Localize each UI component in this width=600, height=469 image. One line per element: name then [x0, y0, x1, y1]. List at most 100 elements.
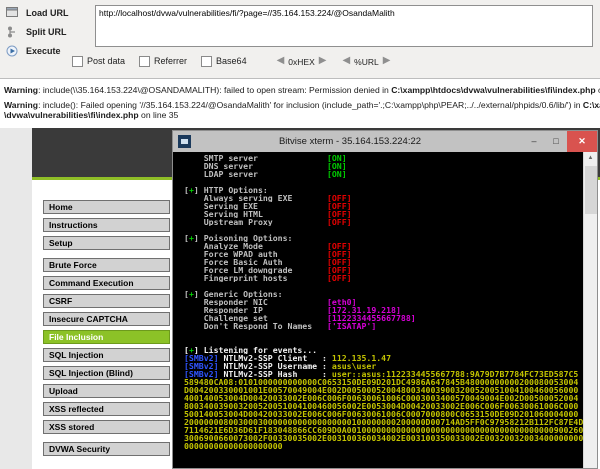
- converter-label: %URL: [354, 57, 379, 67]
- terminal-line: [+] Poisoning Options:: [184, 234, 293, 242]
- terminal-line: [SMBv2] NTLMv2-SSP Hash : user::asus:112…: [184, 370, 579, 378]
- sidebar-group: Home Instructions Setup: [43, 200, 170, 250]
- warning-line: \dvwa\vulnerabilities\fi\index.php on li…: [4, 110, 179, 120]
- terminal-line: 3006900660073002F00330035002E00310036003…: [184, 434, 584, 442]
- terminal-line: Analyze Mode [OFF]: [184, 242, 352, 250]
- terminal-line: Force Basic Auth [OFF]: [184, 258, 352, 266]
- converter-label: 0xHEX: [288, 57, 315, 67]
- load-url-icon: [5, 7, 19, 18]
- sidebar-item-insecure-captcha[interactable]: Insecure CAPTCHA: [43, 312, 170, 326]
- checkbox-box[interactable]: [72, 55, 83, 67]
- encode-arrow-icon[interactable]: ▶: [383, 56, 391, 66]
- sidebar-item-xss-stored[interactable]: XSS stored: [43, 420, 170, 434]
- terminal-title: Bitvise xterm - 35.164.153.224:22: [278, 136, 422, 147]
- sidebar-item-csrf[interactable]: CSRF: [43, 294, 170, 308]
- sidebar-item-setup[interactable]: Setup: [43, 236, 170, 250]
- close-icon[interactable]: ✕: [567, 131, 597, 152]
- terminal-line: 00000000000000000000: [184, 442, 283, 450]
- converter-url: ◀ %URL ▶: [342, 56, 391, 68]
- terminal-line: SMTP server [ON]: [184, 154, 347, 162]
- hackbar-actions: Load URL Split URL Execute: [5, 5, 69, 62]
- terminal-line: Responder NIC [eth0]: [184, 298, 357, 306]
- terminal-body: SMTP server [ON] DNS server [ON] LDAP se…: [173, 152, 597, 468]
- terminal-line: 800340039003200520051004100460056002E005…: [184, 402, 579, 410]
- scrollbar-thumb[interactable]: [585, 166, 597, 214]
- sidebar-item-file-inclusion[interactable]: File Inclusion: [43, 330, 170, 344]
- terminal-line: [+] Generic Options:: [184, 290, 283, 298]
- checkbox-post-data[interactable]: Post data: [72, 55, 126, 67]
- terminal-line: Responder IP [172.31.19.218]: [184, 306, 401, 314]
- terminal-line: [+] HTTP Options:: [184, 186, 268, 194]
- terminal-line: Serving HTML [OFF]: [184, 210, 352, 218]
- checkbox-box[interactable]: [139, 55, 151, 67]
- converter-0xhex: ◀ 0xHEX ▶: [277, 56, 327, 68]
- terminal-titlebar[interactable]: Bitvise xterm - 35.164.153.224:22 – □ ✕: [173, 131, 597, 152]
- terminal-line: [SMBv2] NTLMv2-SSP Username : asus\user: [184, 362, 377, 370]
- execute-button[interactable]: Execute: [5, 43, 69, 58]
- encode-arrow-icon[interactable]: ▶: [319, 56, 327, 66]
- maximize-icon[interactable]: □: [545, 131, 567, 152]
- decode-arrow-icon[interactable]: ◀: [342, 56, 350, 66]
- sidebar-item-sql-injection-blind[interactable]: SQL Injection (Blind): [43, 366, 170, 380]
- terminal-line: [+] Listening for events...: [184, 346, 318, 354]
- url-input[interactable]: http://localhost/dvwa/vulnerabilities/fi…: [95, 5, 593, 47]
- terminal-line: DNS server [ON]: [184, 162, 347, 170]
- terminal-window: Bitvise xterm - 35.164.153.224:22 – □ ✕ …: [172, 130, 598, 469]
- load-url-label: Load URL: [26, 7, 69, 18]
- terminal-line: Upstream Proxy [OFF]: [184, 218, 352, 226]
- terminal-scrollbar[interactable]: ▲: [583, 152, 597, 468]
- terminal-output: SMTP server [ON] DNS server [ON] LDAP se…: [184, 154, 584, 450]
- sidebar-item-home[interactable]: Home: [43, 200, 170, 214]
- sidebar-group: Brute Force Command Execution CSRF Insecure…: [43, 258, 170, 434]
- terminal-line: 7114621E6D36D61F183048866CC609D0A0010000…: [184, 426, 584, 434]
- hackbar-options-row: Post data Referrer Base64 ◀ 0xHEX ▶ ◀ %URL ▶: [72, 53, 390, 69]
- terminal-line: D004200330001001E00570049004E002D0050005…: [184, 386, 579, 394]
- execute-icon: [5, 45, 19, 57]
- minimize-icon[interactable]: –: [523, 131, 545, 152]
- terminal-line: LDAP server [ON]: [184, 170, 347, 178]
- terminal-line: [SMBv2] NTLMv2-SSP Client : 112.135.1.47: [184, 354, 392, 362]
- warning-line: Warning: include(\\35.164.153.224\@OSAND…: [4, 85, 600, 95]
- scroll-up-icon[interactable]: ▲: [584, 152, 597, 165]
- php-warnings: Warning: include(\\35.164.153.224\@OSAND…: [0, 80, 600, 128]
- terminal-line: Challenge set [1122334455667788]: [184, 314, 416, 322]
- split-url-button[interactable]: Split URL: [5, 24, 69, 39]
- decode-arrow-icon[interactable]: ◀: [277, 56, 285, 66]
- terminal-line: Fingerprint hosts [OFF]: [184, 274, 352, 282]
- terminal-line: 589480CA08:0101000000000000C0653150DE09D…: [184, 378, 579, 386]
- sidebar-item-xss-reflected[interactable]: XSS reflected: [43, 402, 170, 416]
- terminal-line: Serving EXE [OFF]: [184, 202, 352, 210]
- checkbox-referrer[interactable]: Referrer: [139, 55, 187, 67]
- checkbox-base64[interactable]: Base64: [201, 55, 247, 67]
- checkbox-label: Base64: [216, 56, 247, 66]
- sidebar-item-instructions[interactable]: Instructions: [43, 218, 170, 232]
- sidebar-item-command-execution[interactable]: Command Execution: [43, 276, 170, 290]
- sidebar-item-sql-injection[interactable]: SQL Injection: [43, 348, 170, 362]
- sidebar-group: DVWA Security: [43, 442, 170, 456]
- terminal-line: Force WPAD auth [OFF]: [184, 250, 352, 258]
- warning-line: Warning: include(): Failed opening '//35…: [4, 100, 600, 110]
- split-url-label: Split URL: [26, 26, 67, 37]
- checkbox-label: Post data: [87, 56, 126, 66]
- window-controls: – □ ✕: [523, 131, 597, 152]
- terminal-line: Don't Respond To Names ['ISATAP']: [184, 322, 377, 330]
- load-url-button[interactable]: Load URL: [5, 5, 69, 20]
- warning-message: Warning: include(): Failed opening '//35…: [0, 100, 600, 120]
- terminal-line: Force LM downgrade [OFF]: [184, 266, 352, 274]
- dvwa-sidebar: Home Instructions Setup Brute Force Command …: [43, 200, 170, 464]
- sidebar-item-brute-force[interactable]: Brute Force: [43, 258, 170, 272]
- execute-label: Execute: [26, 45, 61, 56]
- hackbar-toolbar: Load URL Split URL Execute http://localh…: [0, 0, 600, 79]
- terminal-line: Always serving EXE [OFF]: [184, 194, 352, 202]
- terminal-line: 2000000080030003000000000000000000100000…: [184, 418, 584, 426]
- sidebar-item-upload[interactable]: Upload: [43, 384, 170, 398]
- warning-message: Warning: include(\\35.164.153.224\@OSAND…: [0, 85, 600, 95]
- split-url-icon: [5, 26, 19, 38]
- checkbox-box[interactable]: [201, 55, 213, 67]
- sidebar-item-dvwa-security[interactable]: DVWA Security: [43, 442, 170, 456]
